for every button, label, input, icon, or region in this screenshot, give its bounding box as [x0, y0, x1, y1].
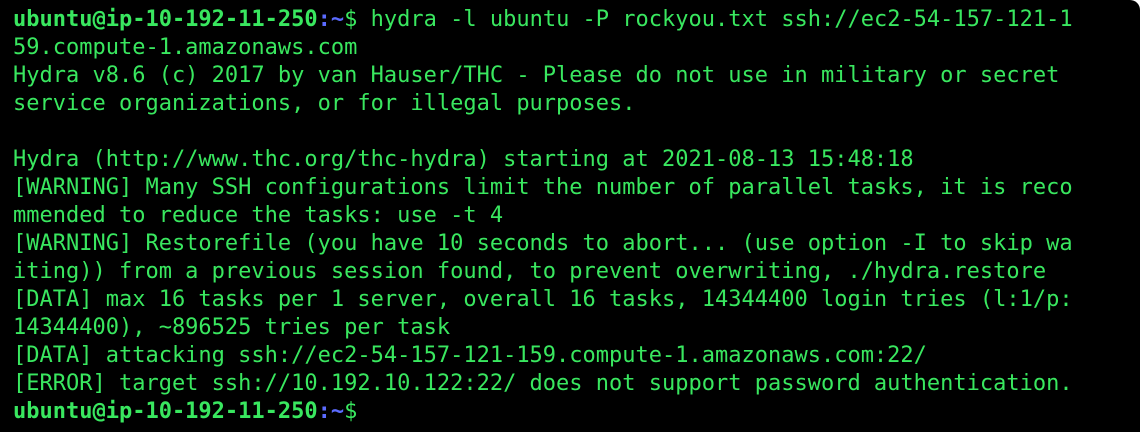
- window-edge: [1140, 0, 1146, 432]
- output-line: mmended to reduce the tasks: use -t 4: [13, 203, 504, 228]
- output-line: [DATA] max 16 tasks per 1 server, overal…: [13, 287, 1073, 312]
- prompt-symbol: $: [344, 399, 358, 424]
- prompt-path: :~: [317, 7, 345, 32]
- command-wrap: 59.compute-1.amazonaws.com: [13, 35, 358, 60]
- output-line: 14344400), ~896525 tries per task: [13, 315, 451, 340]
- terminal-window[interactable]: ubuntu@ip-10-192-11-250:~$ hydra -l ubun…: [0, 0, 1140, 432]
- output-line: Hydra v8.6 (c) 2017 by van Hauser/THC - …: [13, 63, 1060, 88]
- output-line: service organizations, or for illegal pu…: [13, 91, 636, 116]
- prompt-user: ubuntu@ip-10-192-11-250: [13, 7, 318, 32]
- output-line: [WARNING] Restorefile (you have 10 secon…: [13, 231, 1073, 256]
- prompt-user: ubuntu@ip-10-192-11-250: [13, 399, 318, 424]
- prompt-symbol: $: [344, 7, 358, 32]
- output-line: Hydra (http://www.thc.org/thc-hydra) sta…: [13, 147, 914, 172]
- command-line: ubuntu@ip-10-192-11-250:~$ hydra -l ubun…: [13, 6, 1073, 34]
- output-line: [WARNING] Many SSH configurations limit …: [13, 175, 1073, 200]
- output-line: [ERROR] target ssh://10.192.10.122:22/ d…: [13, 371, 1073, 396]
- screen: ubuntu@ip-10-192-11-250:~$ hydra -l ubun…: [0, 0, 1146, 432]
- command-text: hydra -l ubuntu -P rockyou.txt ssh://ec2…: [357, 7, 1073, 32]
- output-line: [DATA] attacking ssh://ec2-54-157-121-15…: [13, 343, 927, 368]
- final-prompt: ubuntu@ip-10-192-11-250:~$: [13, 398, 357, 426]
- prompt-path: :~: [317, 399, 345, 424]
- output-line: iting)) from a previous session found, t…: [13, 259, 1047, 284]
